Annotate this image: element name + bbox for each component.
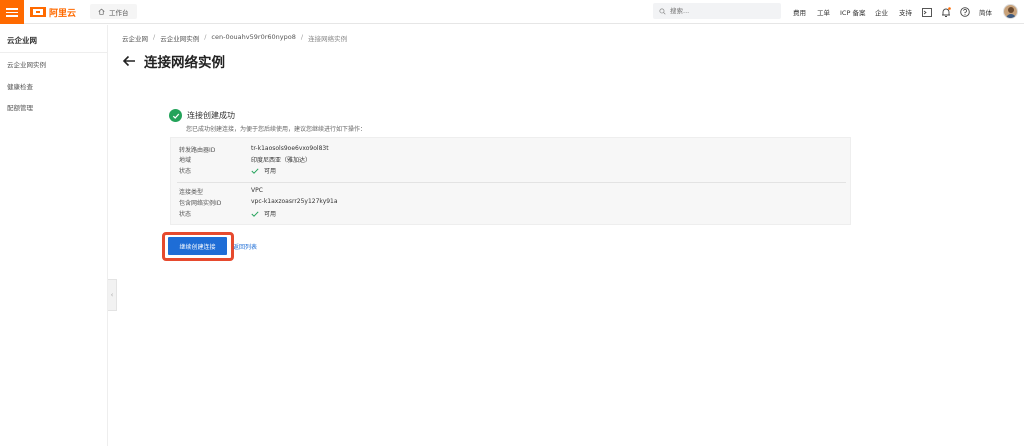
breadcrumb-separator: / — [204, 33, 207, 41]
connection-type-value: VPC — [251, 187, 263, 194]
connection-info-panel: 转发路由器ID tr-k1aosols9oe6vxo9ol83t 地域 印度尼西… — [170, 137, 851, 225]
router-id-value: tr-k1aosols9oe6vxo9ol83t — [251, 145, 329, 152]
breadcrumb-item[interactable]: cen-0ouahv59r0r60nypo8 — [211, 33, 295, 43]
search-input[interactable] — [670, 7, 770, 15]
breadcrumb-separator: / — [300, 33, 304, 41]
language-switch[interactable]: 简体 — [979, 0, 992, 24]
router-status-value: 可用 — [264, 168, 277, 175]
search-icon — [659, 7, 666, 15]
breadcrumb-current: 连接网络实例 — [308, 35, 348, 43]
instance-id-label: 包含网络实例ID — [179, 200, 222, 207]
connection-status: 可用 — [251, 209, 276, 218]
search-box[interactable] — [653, 3, 781, 19]
connection-status-value: 可用 — [264, 211, 277, 218]
router-id-label: 转发路由器ID — [179, 147, 216, 154]
continue-create-connection-button[interactable]: 继续创建连接 — [168, 237, 227, 255]
sidebar-item-health-check[interactable]: 健康检查 — [7, 81, 33, 91]
chevron-left-icon: ‹ — [110, 291, 114, 299]
breadcrumb-separator: / — [153, 33, 156, 41]
page-header: 连接网络实例 — [122, 51, 225, 71]
breadcrumb-item[interactable]: 云企业网 — [122, 33, 148, 43]
sidebar-divider — [0, 52, 108, 53]
instance-id-value: vpc-k1axzoasrr25y127ky91a — [251, 198, 338, 205]
check-icon — [251, 167, 259, 174]
user-avatar[interactable] — [1003, 4, 1018, 19]
info-divider — [177, 182, 846, 183]
success-result: 连接创建成功 — [169, 109, 235, 122]
terminal-icon[interactable] — [921, 6, 933, 18]
back-to-list-link[interactable]: 返回列表 — [233, 242, 257, 251]
sidebar-collapse-handle[interactable]: ‹ — [108, 279, 117, 311]
logo-text: 阿里云 — [49, 8, 77, 19]
menu-icon[interactable] — [0, 0, 24, 24]
connection-type-label: 连接类型 — [179, 189, 204, 196]
breadcrumb-item[interactable]: 云企业网实例 — [160, 33, 199, 43]
top-bar: 阿里云 工作台 费用 工单 ICP 备案 企业 支持 简体 — [0, 0, 1024, 24]
sidebar-item-cen-instances[interactable]: 云企业网实例 — [7, 59, 46, 69]
success-description: 您已成功创建连接，为便于您后续使用，建议您继续进行如下操作： — [186, 126, 367, 133]
connection-status-label: 状态 — [179, 211, 192, 218]
page-title: 连接网络实例 — [144, 55, 225, 71]
router-status-label: 状态 — [179, 168, 192, 175]
workbench-button[interactable]: 工作台 — [90, 4, 137, 19]
region-value: 印度尼西亚（雅加达） — [251, 157, 312, 164]
home-icon — [98, 8, 105, 15]
sidebar-title: 云企业网 — [7, 36, 37, 45]
aliyun-logo[interactable]: 阿里云 — [30, 5, 76, 19]
nav-tickets[interactable]: 工单 — [817, 0, 830, 24]
workbench-label: 工作台 — [109, 8, 129, 17]
back-arrow-icon[interactable] — [122, 54, 136, 68]
logo-mark-icon — [30, 7, 46, 17]
router-status: 可用 — [251, 166, 276, 175]
sidebar: 云企业网 云企业网实例 健康检查 配额管理 — [0, 25, 108, 446]
nav-enterprise[interactable]: 企业 — [875, 0, 888, 24]
success-title: 连接创建成功 — [187, 111, 235, 120]
sidebar-item-quota[interactable]: 配额管理 — [7, 102, 33, 112]
breadcrumb: 云企业网 / 云企业网实例 / cen-0ouahv59r0r60nypo8 /… — [122, 33, 347, 43]
region-label: 地域 — [179, 157, 192, 164]
help-icon[interactable] — [959, 6, 971, 18]
bell-icon[interactable] — [940, 6, 952, 18]
nav-icp[interactable]: ICP 备案 — [840, 0, 865, 24]
check-icon — [251, 210, 259, 217]
success-check-icon — [169, 109, 182, 122]
nav-support[interactable]: 支持 — [899, 0, 912, 24]
nav-fees[interactable]: 费用 — [793, 0, 806, 24]
